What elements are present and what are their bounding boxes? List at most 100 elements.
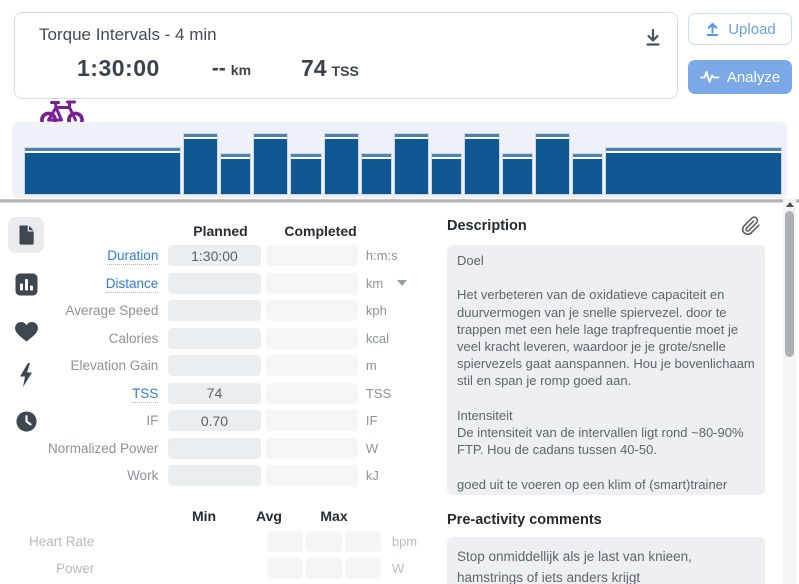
completed-input[interactable] <box>265 382 358 404</box>
max-input[interactable] <box>344 530 381 552</box>
table-header-row: Planned Completed <box>0 220 430 242</box>
table-row-heart-rate: Heart Rate bpm <box>0 528 430 556</box>
chart-step-body <box>573 159 602 194</box>
column-header-planned: Planned <box>193 223 248 239</box>
completed-input[interactable] <box>265 465 358 487</box>
table-row-work: Work kJ <box>0 462 430 490</box>
row-label: Duration <box>0 248 159 266</box>
row-unit: bpm <box>391 533 418 549</box>
table-row-distance: Distance km <box>0 270 430 298</box>
upload-button[interactable]: Upload <box>688 13 792 45</box>
stat-duration: 1:30:00 <box>77 55 160 81</box>
attachment-paperclip-icon[interactable] <box>741 216 761 236</box>
max-input[interactable] <box>344 558 381 580</box>
completed-input[interactable] <box>265 327 358 349</box>
planned-input[interactable] <box>168 245 261 267</box>
table-row-duration: Duration h:m:s <box>0 242 430 270</box>
row-unit-label: IF <box>365 413 378 429</box>
planned-input[interactable] <box>168 465 261 487</box>
stat-distance-unit: km <box>230 61 252 78</box>
minmax-header-row: Min Avg Max <box>0 504 430 528</box>
planned-input[interactable] <box>168 382 261 404</box>
planned-input[interactable] <box>168 300 261 322</box>
row-label-link[interactable]: TSS <box>132 385 159 403</box>
upload-icon <box>707 22 719 36</box>
planned-input[interactable] <box>168 437 261 459</box>
chart-step-recovery-5 <box>501 153 533 195</box>
chart-step-recovery-1 <box>220 153 252 195</box>
chart-step-body <box>465 139 498 194</box>
row-unit-label: kcal <box>365 330 390 346</box>
row-unit: IF <box>366 413 430 428</box>
panel-divider <box>0 199 799 203</box>
row-unit: h:m:s <box>366 248 430 263</box>
analyze-button[interactable]: Analyze <box>688 60 792 94</box>
chart-step-interval-2 <box>253 133 289 195</box>
chart-step-interval-1 <box>182 133 219 195</box>
row-label: IF <box>146 413 159 429</box>
row-unit-label: TSS <box>365 385 392 401</box>
scrollbar-up-arrow[interactable] <box>783 199 796 210</box>
description-panel: Description Doel Het verbeteren van de o… <box>447 216 765 584</box>
row-label: Heart Rate <box>28 533 95 549</box>
stat-distance: -- km <box>212 57 251 81</box>
completed-input[interactable] <box>265 272 358 294</box>
chart-step-body <box>254 139 287 194</box>
analyze-button-label: Analyze <box>726 68 781 86</box>
description-textarea[interactable]: Doel Het verbeteren van de oxidatieve ca… <box>447 245 765 495</box>
row-unit-label: h:m:s <box>365 248 398 264</box>
row-unit: W <box>391 561 405 577</box>
up-triangle-icon <box>785 202 794 207</box>
pre-activity-comments-textarea[interactable]: Stop onmiddellijk als je last van knieen… <box>447 537 765 584</box>
column-header-avg: Avg <box>256 507 282 524</box>
scrollbar-thumb[interactable] <box>785 211 794 357</box>
completed-input[interactable] <box>265 300 358 322</box>
row-label: Distance <box>0 275 159 293</box>
table-row-elevation-gain: Elevation Gain m <box>0 352 430 380</box>
row-unit-label: km <box>365 275 384 291</box>
row-label: Elevation Gain <box>70 358 159 374</box>
row-unit: kJ <box>366 468 430 483</box>
planned-input[interactable] <box>168 327 261 349</box>
stat-tss-value: 74 <box>301 55 327 81</box>
workout-title: Torque Intervals - 4 min <box>39 25 217 44</box>
table-row-normalized-power: Normalized Power W <box>0 435 430 463</box>
download-icon[interactable] <box>642 27 664 49</box>
avg-input[interactable] <box>306 558 342 580</box>
completed-input[interactable] <box>265 410 358 432</box>
row-label-link[interactable]: Duration <box>107 248 159 266</box>
table-row-if: IF IF <box>0 407 430 435</box>
description-heading: Description <box>447 218 527 234</box>
row-label: Power <box>56 561 95 577</box>
row-unit-label: W <box>365 440 379 456</box>
stat-distance-value: -- <box>211 56 226 80</box>
column-header-completed: Completed <box>284 223 357 239</box>
chart-step-body <box>503 159 532 194</box>
workout-stats-row: 1:30:00 -- km 74 TSS <box>39 55 359 129</box>
planned-input[interactable] <box>168 355 261 377</box>
completed-input[interactable] <box>265 437 358 459</box>
chart-step-interval-5 <box>464 133 500 195</box>
chart-step-recovery-3 <box>360 153 393 195</box>
chart-step-warm-up <box>24 147 181 195</box>
completed-input[interactable] <box>265 245 358 267</box>
planned-input[interactable] <box>168 272 261 294</box>
avg-input[interactable] <box>306 530 342 552</box>
chart-step-recovery-6 <box>571 153 604 195</box>
table-row-average-speed: Average Speed kph <box>0 297 430 325</box>
table-row-tss: TSS TSS <box>0 380 430 408</box>
min-input[interactable] <box>267 558 304 580</box>
chart-step-recovery-4 <box>431 153 463 195</box>
unit-dropdown-caret-icon[interactable] <box>397 280 408 287</box>
stat-tss-unit: TSS <box>331 63 359 79</box>
min-input[interactable] <box>267 530 304 552</box>
planned-input[interactable] <box>168 410 261 432</box>
row-label: TSS <box>0 385 159 403</box>
row-unit-label: kJ <box>365 468 379 484</box>
chart-step-body <box>291 159 320 194</box>
completed-input[interactable] <box>265 355 358 377</box>
workout-profile-chart[interactable] <box>12 122 787 198</box>
row-label-link[interactable]: Distance <box>105 275 159 293</box>
chart-step-body <box>221 159 250 194</box>
row-label: Average Speed <box>65 303 159 319</box>
